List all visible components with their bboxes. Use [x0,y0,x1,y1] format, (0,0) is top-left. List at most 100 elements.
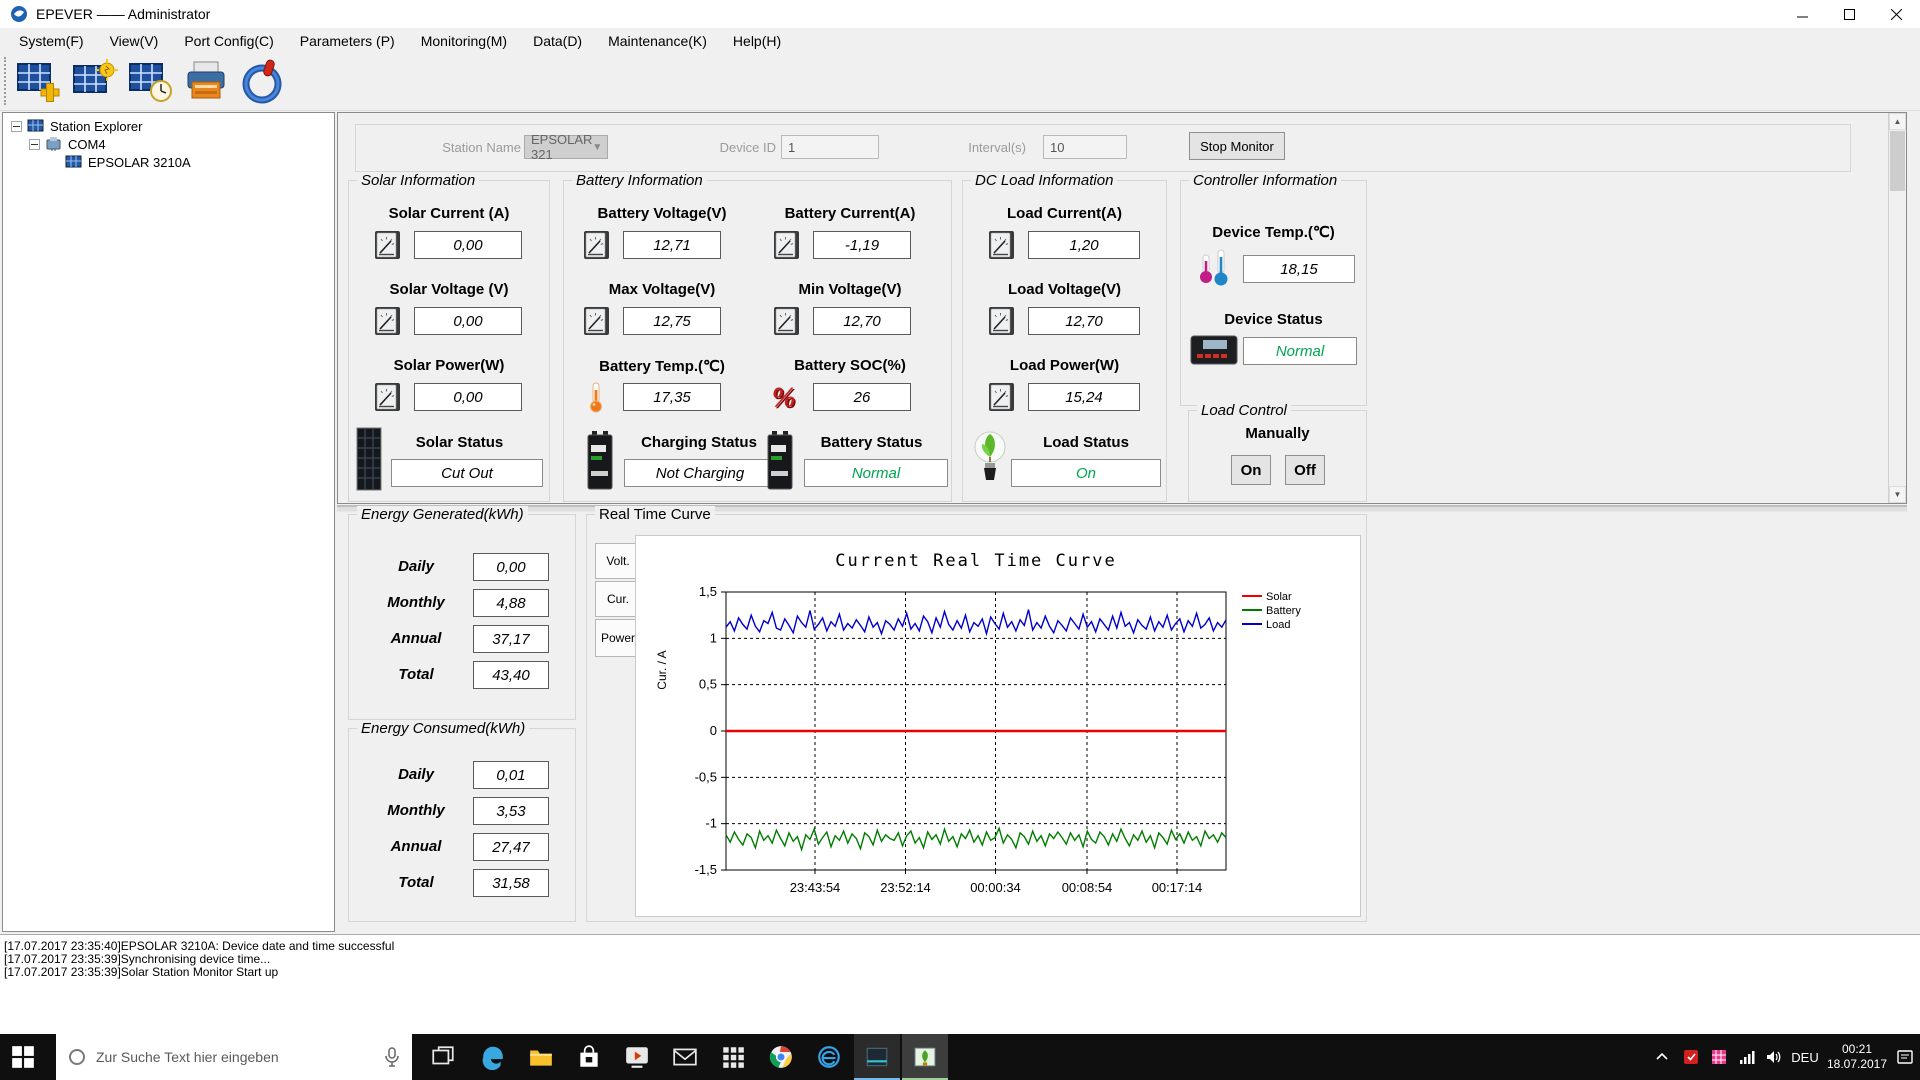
start-button[interactable] [0,1034,46,1080]
tree-item-com4[interactable]: COM4 [29,135,106,153]
tree-root-label: Station Explorer [50,119,143,134]
interval-label: Interval(s) [926,140,1026,155]
device-id-input[interactable] [781,135,879,159]
svg-text:0,5: 0,5 [699,677,717,692]
menu-monitoring[interactable]: Monitoring(M) [408,30,520,52]
maximize-button[interactable] [1826,0,1873,28]
con-total-value: 31,58 [473,869,549,897]
charging-status-value: Not Charging [624,459,776,487]
chrome-icon[interactable] [758,1034,804,1080]
edge-icon[interactable] [470,1034,516,1080]
con-daily-label: Daily [373,761,459,788]
store-icon[interactable] [566,1034,612,1080]
scroll-up-arrow[interactable]: ▲ [1889,113,1906,130]
con-total-label: Total [373,869,459,896]
device-status-label: Device Status [1191,311,1356,328]
interval-input[interactable] [1043,135,1127,159]
svg-text:00:08:54: 00:08:54 [1062,880,1113,895]
close-button[interactable] [1873,0,1920,28]
tree-item-station-explorer[interactable]: Station Explorer [11,117,143,135]
task-view-icon[interactable] [420,1034,466,1080]
station-name-combo[interactable]: EPSOLAR 321▼ [524,135,608,159]
tree-collapse-icon[interactable] [11,121,22,132]
device-temp-label: Device Temp.(℃) [1191,223,1356,241]
solar-panel-icon [354,427,384,493]
load-on-button[interactable]: On [1231,455,1271,485]
device-icon [65,154,83,170]
battery-soc-label: Battery SOC(%) [760,357,940,374]
epever-app-icon[interactable] [902,1034,948,1080]
station-time-icon[interactable] [126,58,174,106]
svg-text:Load: Load [1266,619,1290,631]
thermometer-icon [580,381,612,413]
menu-help[interactable]: Help(H) [720,30,794,52]
con-monthly-label: Monthly [373,797,459,824]
scrollbar-thumb[interactable] [1890,131,1905,191]
energy-generated-group: Energy Generated(kWh) Daily 0,00 Monthly… [348,514,576,720]
solar-status-value: Cut Out [391,459,543,487]
stop-monitor-button[interactable]: Stop Monitor [1189,132,1285,160]
svg-text:23:43:54: 23:43:54 [790,880,841,895]
svg-text:Current Real Time Curve: Current Real Time Curve [835,551,1116,571]
solar-voltage-label: Solar Voltage (V) [349,281,549,298]
tray-pink-icon[interactable] [1706,1034,1732,1080]
battery-temp-value: 17,35 [623,383,721,411]
energy-generated-title: Energy Generated(kWh) [357,506,528,523]
load-off-button[interactable]: Off [1285,455,1325,485]
tray-expand-icon[interactable] [1648,1034,1676,1080]
volume-icon[interactable] [1760,1034,1786,1080]
clock[interactable]: 00:21 18.07.2017 [1824,1034,1890,1080]
tree-item-epsolar-3210a[interactable]: EPSOLAR 3210A [65,153,191,171]
power-icon[interactable] [238,58,286,106]
menu-bar: System(F) View(V) Port Config(C) Paramet… [0,28,1920,53]
taskbar-search[interactable]: Zur Suche Text hier eingeben [56,1034,412,1080]
file-explorer-icon[interactable] [518,1034,564,1080]
energy-consumed-title: Energy Consumed(kWh) [357,720,529,737]
device-id-label: Device ID [701,140,776,155]
real-time-curve-group: Real Time Curve Volt. Cur. Power Current… [586,514,1367,922]
station-monitor-icon[interactable] [70,58,118,106]
battery-icon [766,429,794,491]
battery-voltage-value: 12,71 [623,231,721,259]
scroll-down-arrow[interactable]: ▼ [1889,486,1906,503]
battery-temp-label: Battery Temp.(℃) [572,357,752,375]
apps-grid-icon[interactable] [710,1034,756,1080]
battery-icon [586,429,614,491]
gen-daily-value: 0,00 [473,553,549,581]
gauge-icon [580,229,612,261]
tray-red-icon[interactable] [1678,1034,1704,1080]
menu-system[interactable]: System(F) [6,30,97,52]
search-placeholder: Zur Suche Text hier eingeben [96,1049,279,1065]
battery-current-value: -1,19 [813,231,911,259]
svg-text:0: 0 [710,723,717,738]
gen-total-value: 43,40 [473,661,549,689]
menu-port-config[interactable]: Port Config(C) [171,30,286,52]
svg-text:1: 1 [710,630,717,645]
station-name-label: Station Name [421,140,521,155]
panel-scrollbar[interactable]: ▲ ▼ [1888,113,1906,503]
tray-time: 00:21 [1842,1042,1872,1057]
minimize-button[interactable] [1779,0,1826,28]
device-temp-value: 18,15 [1243,255,1355,283]
notification-icon[interactable] [1892,1034,1918,1080]
print-icon[interactable] [182,58,230,106]
internet-explorer-icon[interactable] [806,1034,852,1080]
splitter[interactable] [337,505,1907,512]
battery-info-group: Battery Information Battery Voltage(V) 1… [563,180,952,502]
tree-collapse-icon[interactable] [29,139,40,150]
mail-icon[interactable] [662,1034,708,1080]
menu-data[interactable]: Data(D) [520,30,595,52]
menu-view[interactable]: View(V) [97,30,172,52]
station-add-icon[interactable] [14,58,62,106]
menu-maintenance[interactable]: Maintenance(K) [595,30,720,52]
cortana-icon [68,1048,86,1066]
language-indicator[interactable]: DEU [1788,1034,1822,1080]
svg-text:Battery: Battery [1266,605,1301,617]
gauge-icon [985,305,1017,337]
dual-thermometer-icon [1195,247,1235,291]
media-player-icon[interactable] [614,1034,660,1080]
menu-parameters[interactable]: Parameters (P) [287,30,408,52]
console-app-icon[interactable] [854,1034,900,1080]
network-icon[interactable] [1734,1034,1760,1080]
microphone-icon[interactable] [384,1047,400,1067]
